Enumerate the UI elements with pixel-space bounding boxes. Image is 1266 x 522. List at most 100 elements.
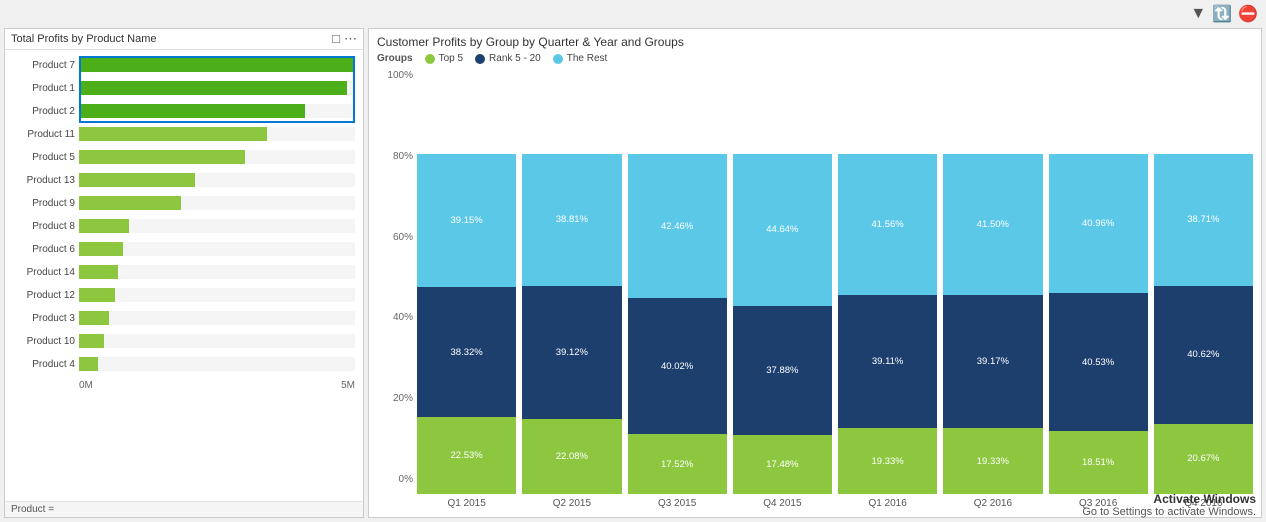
bar-fill bbox=[79, 196, 181, 210]
column-label: Q2 2016 bbox=[974, 498, 1012, 509]
legend-item-label: Rank 5 - 20 bbox=[489, 53, 541, 64]
segment-rest: 38.71% bbox=[1154, 154, 1253, 286]
stacked-bar: 42.46%40.02%17.52% bbox=[628, 154, 727, 494]
bar-fill bbox=[79, 242, 123, 256]
bar-fill bbox=[79, 58, 355, 72]
segment-top5: 18.51% bbox=[1049, 431, 1148, 494]
segment-rest: 38.81% bbox=[522, 154, 621, 286]
segment-rank: 40.53% bbox=[1049, 293, 1148, 431]
bar-track bbox=[79, 357, 355, 371]
chart-column: 40.96%40.53%18.51% Q3 2016 bbox=[1049, 154, 1148, 509]
list-item[interactable]: Product 1 bbox=[13, 77, 355, 99]
bar-fill bbox=[79, 150, 245, 164]
top-bar: ▼ 🔃 ⛔ bbox=[0, 0, 1266, 28]
segment-rank: 40.02% bbox=[628, 298, 727, 434]
list-item[interactable]: Product 11 bbox=[13, 123, 355, 145]
bar-fill bbox=[79, 288, 115, 302]
cancel-icon[interactable]: ⛔ bbox=[1238, 4, 1258, 24]
list-item[interactable]: Product 9 bbox=[13, 192, 355, 214]
y-axis-label: 20% bbox=[393, 393, 413, 404]
chart-column: 38.71%40.62%20.67%Q4 2016 bbox=[1154, 154, 1253, 509]
bar-label: Product 6 bbox=[13, 244, 75, 255]
segment-top5: 17.52% bbox=[628, 434, 727, 494]
left-panel: Total Profits by Product Name □ ⋯ Produc… bbox=[4, 28, 364, 518]
segment-rest: 41.56% bbox=[838, 154, 937, 295]
list-item[interactable]: Product 13 bbox=[13, 169, 355, 191]
column-label: Q3 2016 bbox=[1079, 498, 1117, 509]
column-label: Q1 2016 bbox=[868, 498, 906, 509]
bar-label: Product 7 bbox=[13, 60, 75, 71]
stacked-bar: 44.64%37.88%17.48% bbox=[733, 154, 832, 494]
bar-track bbox=[79, 265, 355, 279]
maximize-icon[interactable]: □ bbox=[332, 31, 340, 47]
legend-dot bbox=[425, 54, 435, 64]
bar-track bbox=[79, 288, 355, 302]
list-item[interactable]: Product 7 bbox=[13, 54, 355, 76]
legend-dot bbox=[475, 54, 485, 64]
segment-rank: 38.32% bbox=[417, 287, 516, 417]
bar-track bbox=[79, 219, 355, 233]
bar-label: Product 1 bbox=[13, 83, 75, 94]
list-item[interactable]: Product 8 bbox=[13, 215, 355, 237]
bar-label: Product 12 bbox=[13, 290, 75, 301]
segment-rank: 37.88% bbox=[733, 306, 832, 435]
segment-top5: 22.08% bbox=[522, 419, 621, 494]
y-axis: 100%80%60%40%20%0% bbox=[377, 70, 417, 509]
bar-track bbox=[79, 127, 355, 141]
bar-track bbox=[79, 242, 355, 256]
list-item[interactable]: Product 4 bbox=[13, 353, 355, 375]
more-icon[interactable]: ⋯ bbox=[344, 31, 357, 47]
y-axis-label: 0% bbox=[399, 474, 413, 485]
list-item[interactable]: Product 10 bbox=[13, 330, 355, 352]
refresh-icon[interactable]: 🔃 bbox=[1212, 4, 1232, 24]
filter-icon[interactable]: ▼ bbox=[1190, 5, 1206, 23]
main-area: Total Profits by Product Name □ ⋯ Produc… bbox=[0, 28, 1266, 522]
bar-track bbox=[79, 150, 355, 164]
bar-fill bbox=[79, 357, 98, 371]
y-axis-label: 100% bbox=[387, 70, 413, 81]
bar-track bbox=[79, 58, 355, 72]
bar-label: Product 13 bbox=[13, 175, 75, 186]
segment-rest: 42.46% bbox=[628, 154, 727, 298]
chart-column: 39.15%38.32%22.53%Q1 2015 bbox=[417, 154, 516, 509]
bar-track bbox=[79, 196, 355, 210]
segment-top5: 19.33% bbox=[838, 428, 937, 494]
legend-item: The Rest bbox=[553, 53, 608, 64]
chart-columns: 39.15%38.32%22.53%Q1 201538.81%39.12%22.… bbox=[417, 70, 1253, 509]
list-item[interactable]: Product 6 bbox=[13, 238, 355, 260]
list-item[interactable]: Product 14 bbox=[13, 261, 355, 283]
legend-item: Rank 5 - 20 bbox=[475, 53, 541, 64]
bar-label: Product 8 bbox=[13, 221, 75, 232]
legend-item-label: Top 5 bbox=[439, 53, 463, 64]
y-axis-label: 40% bbox=[393, 312, 413, 323]
segment-top5: 17.48% bbox=[733, 435, 832, 494]
list-item[interactable]: Product 3 bbox=[13, 307, 355, 329]
column-label: Q3 2015 bbox=[658, 498, 696, 509]
bar-label: Product 3 bbox=[13, 313, 75, 324]
column-label: Q1 2015 bbox=[447, 498, 485, 509]
column-label: Q4 2016 bbox=[1184, 498, 1222, 509]
bar-label: Product 10 bbox=[13, 336, 75, 347]
list-item[interactable]: Product 2 bbox=[13, 100, 355, 122]
segment-top5: 20.67% bbox=[1154, 424, 1253, 494]
filter-indicator: Product = bbox=[5, 501, 363, 517]
segment-top5: 22.53% bbox=[417, 417, 516, 494]
bar-fill bbox=[79, 265, 118, 279]
bar-fill bbox=[79, 334, 104, 348]
chart-column: 42.46%40.02%17.52% Q3 2015 bbox=[628, 154, 727, 509]
right-panel: Customer Profits by Group by Quarter & Y… bbox=[368, 28, 1262, 518]
segment-rank: 39.11% bbox=[838, 295, 937, 428]
list-item[interactable]: Product 5 bbox=[13, 146, 355, 168]
bar-track bbox=[79, 311, 355, 325]
bar-label: Product 9 bbox=[13, 198, 75, 209]
segment-rest: 40.96% bbox=[1049, 154, 1148, 293]
list-item[interactable]: Product 12 bbox=[13, 284, 355, 306]
stacked-bar: 38.81%39.12%22.08% bbox=[522, 154, 621, 494]
bar-chart-area: Product 7 Product 1 Product 2 Product 11 Pro… bbox=[5, 50, 363, 501]
legend-dot bbox=[553, 54, 563, 64]
bar-fill bbox=[79, 127, 267, 141]
bar-fill bbox=[79, 219, 129, 233]
legend-item-label: The Rest bbox=[567, 53, 608, 64]
segment-rest: 44.64% bbox=[733, 154, 832, 306]
bar-label: Product 11 bbox=[13, 129, 75, 140]
